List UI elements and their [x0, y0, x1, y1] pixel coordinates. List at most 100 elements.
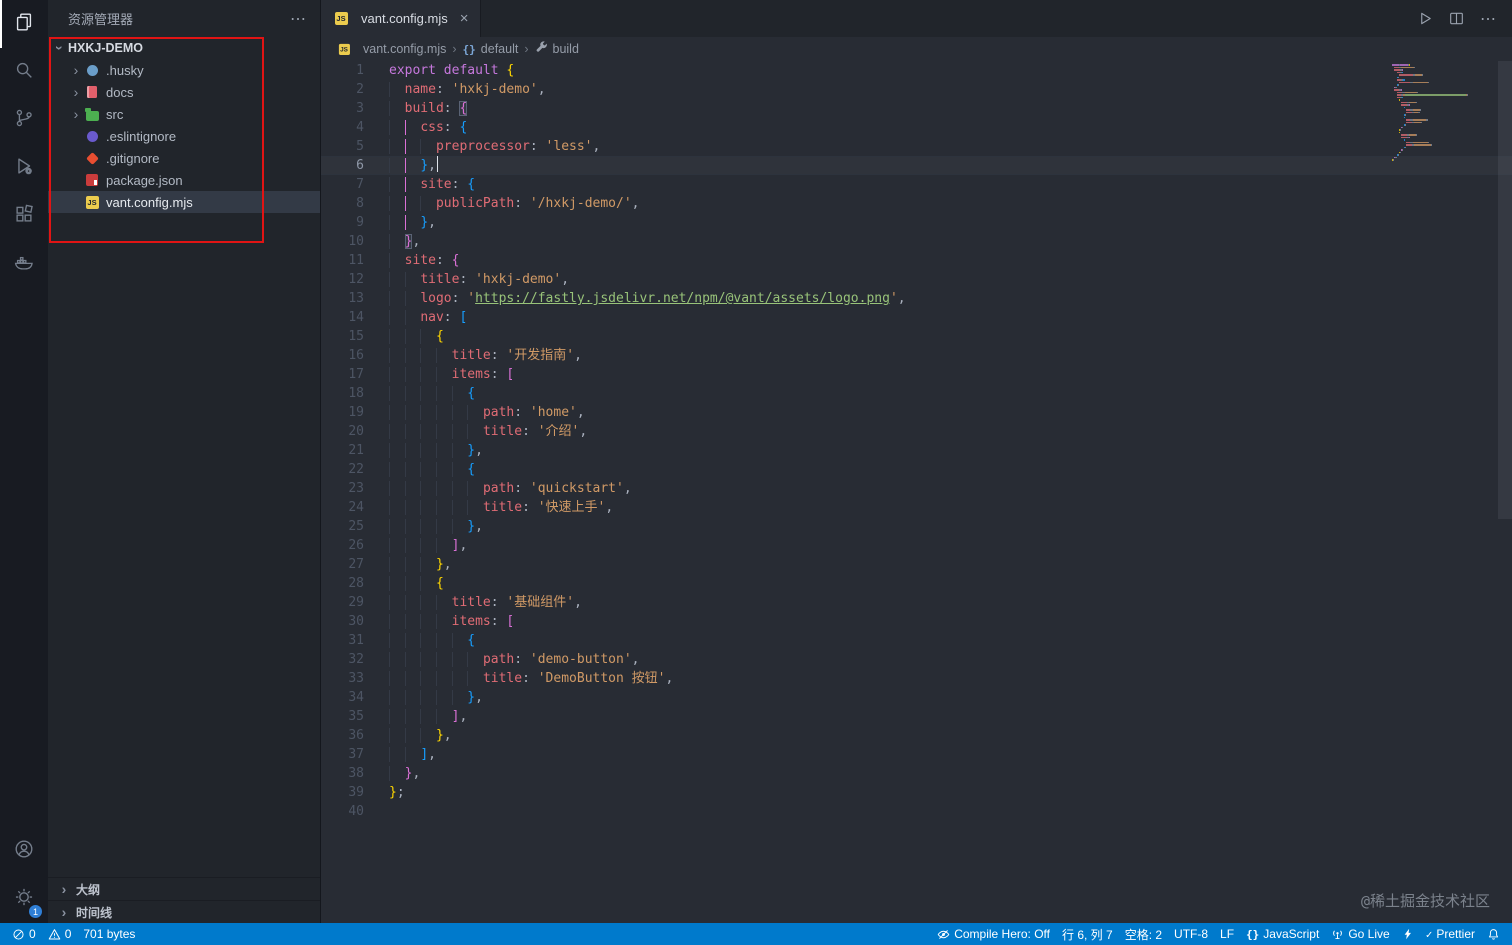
line-number: 21	[348, 443, 364, 458]
code-line[interactable]: 4 css: {	[321, 118, 1512, 137]
status-go-live[interactable]: Go Live	[1325, 923, 1395, 945]
code-line[interactable]: 17 items: [	[321, 365, 1512, 384]
code-line[interactable]: 29 title: '基础组件',	[321, 593, 1512, 612]
code-line[interactable]: 36 },	[321, 726, 1512, 745]
code-line[interactable]: 16 title: '开发指南',	[321, 346, 1512, 365]
code-line[interactable]: 38 },	[321, 764, 1512, 783]
line-number: 24	[348, 500, 364, 515]
code-line[interactable]: 8 publicPath: '/hxkj-demo/',	[321, 194, 1512, 213]
panel-大纲[interactable]: › 大纲	[48, 877, 320, 900]
code-line[interactable]: 22 {	[321, 460, 1512, 479]
run-debug-button[interactable]	[0, 144, 48, 192]
indent-guide	[404, 405, 421, 420]
code-line[interactable]: 35 ],	[321, 707, 1512, 726]
tree-item-src[interactable]: › src	[48, 103, 320, 125]
breadcrumb-item-build[interactable]: build	[535, 41, 579, 57]
code-line-content: },	[364, 764, 420, 783]
code-line[interactable]: 21 },	[321, 441, 1512, 460]
code-line[interactable]: 13 logo: 'https://fastly.jsdelivr.net/np…	[321, 289, 1512, 308]
code-line[interactable]: 32 path: 'demo-button',	[321, 650, 1512, 669]
status-prettier[interactable]: ✓ Prettier	[1420, 923, 1481, 945]
indent-guide	[435, 690, 452, 705]
close-icon[interactable]	[460, 11, 469, 26]
status-compile-hero-off[interactable]: Compile Hero: Off	[931, 923, 1056, 945]
indent-guide	[451, 386, 468, 401]
code-line[interactable]: 28 {	[321, 574, 1512, 593]
breadcrumb-item-vant-config-mjs[interactable]: vant.config.mjs	[336, 41, 446, 58]
status--2[interactable]: 空格: 2	[1119, 923, 1168, 945]
minimap[interactable]	[1392, 64, 1498, 164]
docker-button[interactable]	[0, 240, 48, 288]
ellipsis-button[interactable]	[1480, 9, 1496, 29]
extensions-button[interactable]	[0, 192, 48, 240]
tree-item-docs[interactable]: › docs	[48, 81, 320, 103]
code-line[interactable]: 34 },	[321, 688, 1512, 707]
account-button[interactable]	[0, 827, 48, 875]
code-line[interactable]: 11 site: {	[321, 251, 1512, 270]
code-line-content: preprocessor: 'less',	[364, 137, 600, 156]
chevron-right-icon[interactable]: ›	[68, 106, 84, 122]
chevron-right-icon[interactable]: ›	[68, 84, 84, 100]
status--6-7[interactable]: 行 6, 列 7	[1056, 923, 1119, 945]
status-0[interactable]: 0	[6, 923, 42, 945]
status-lf[interactable]: LF	[1214, 923, 1240, 945]
code-line[interactable]: 24 title: '快速上手',	[321, 498, 1512, 517]
code-line[interactable]: 39};	[321, 783, 1512, 802]
code-line[interactable]: 33 title: 'DemoButton 按钮',	[321, 669, 1512, 688]
code-line[interactable]: 10 },	[321, 232, 1512, 251]
code-line[interactable]: 40	[321, 802, 1512, 821]
code-line[interactable]: 3 build: {	[321, 99, 1512, 118]
code-line[interactable]: 2 name: 'hxkj-demo',	[321, 80, 1512, 99]
code-line[interactable]: 20 title: '介绍',	[321, 422, 1512, 441]
settings-gear-button[interactable]: 1	[0, 875, 48, 923]
code-editor[interactable]: 1 export default {2 name: 'hxkj-demo', 3 b…	[321, 61, 1512, 923]
bell-icon[interactable]	[1481, 923, 1506, 945]
code-line[interactable]: 27 },	[321, 555, 1512, 574]
code-line[interactable]: 18 {	[321, 384, 1512, 403]
panel-时间线[interactable]: › 时间线	[48, 900, 320, 923]
code-line[interactable]: 12 title: 'hxkj-demo',	[321, 270, 1512, 289]
search-button[interactable]	[0, 48, 48, 96]
code-line[interactable]: 9 },	[321, 213, 1512, 232]
code-line[interactable]: 30 items: [	[321, 612, 1512, 631]
line-number: 13	[348, 291, 364, 306]
tree-item-vant-config-mjs[interactable]: vant.config.mjs	[48, 191, 320, 213]
tree-item--husky[interactable]: › .husky	[48, 59, 320, 81]
lightning-icon[interactable]	[1396, 923, 1420, 945]
tree-root-hxkj-demo[interactable]: › HXKJ-DEMO	[48, 37, 320, 59]
status-label: 空格: 2	[1124, 927, 1163, 942]
indent-guide	[404, 348, 421, 363]
code-line[interactable]: 1 export default {	[321, 61, 1512, 80]
tab-vant-config-mjs[interactable]: vant.config.mjs	[321, 0, 482, 37]
editor-scrollbar[interactable]	[1498, 61, 1512, 519]
code-line[interactable]: 6 },	[321, 156, 1512, 175]
code-line[interactable]: 19 path: 'home',	[321, 403, 1512, 422]
code-line[interactable]: 14 nav: [	[321, 308, 1512, 327]
code-line[interactable]: 23 path: 'quickstart',	[321, 479, 1512, 498]
indent-guide	[404, 652, 421, 667]
code-line[interactable]: 15 {	[321, 327, 1512, 346]
tree-item--gitignore[interactable]: .gitignore	[48, 147, 320, 169]
code-line[interactable]: 7 site: {	[321, 175, 1512, 194]
code-line[interactable]: 25 },	[321, 517, 1512, 536]
explorer-more-actions-icon[interactable]	[290, 9, 306, 29]
chevron-right-icon[interactable]: ›	[68, 62, 84, 78]
code-line[interactable]: 5 preprocessor: 'less',	[321, 137, 1512, 156]
indent-guide	[389, 557, 405, 572]
status-0[interactable]: 0	[42, 923, 78, 945]
code-line[interactable]: 37 ],	[321, 745, 1512, 764]
breadcrumb-item-default[interactable]: {} default	[463, 42, 519, 56]
explorer-button[interactable]	[0, 0, 48, 48]
account-icon	[13, 838, 35, 865]
tree-item--eslintignore[interactable]: .eslintignore	[48, 125, 320, 147]
status-utf-8[interactable]: UTF-8	[1168, 923, 1214, 945]
split-editor-button[interactable]	[1449, 11, 1464, 26]
code-line[interactable]: 26 ],	[321, 536, 1512, 555]
code-line[interactable]: 31 {	[321, 631, 1512, 650]
status-701-bytes[interactable]: 701 bytes	[77, 923, 141, 945]
source-control-button[interactable]	[0, 96, 48, 144]
tree-item-package-json[interactable]: package.json	[48, 169, 320, 191]
status-javascript[interactable]: {} JavaScript	[1240, 923, 1325, 945]
play-button[interactable]	[1418, 11, 1433, 26]
git-icon	[84, 150, 100, 166]
